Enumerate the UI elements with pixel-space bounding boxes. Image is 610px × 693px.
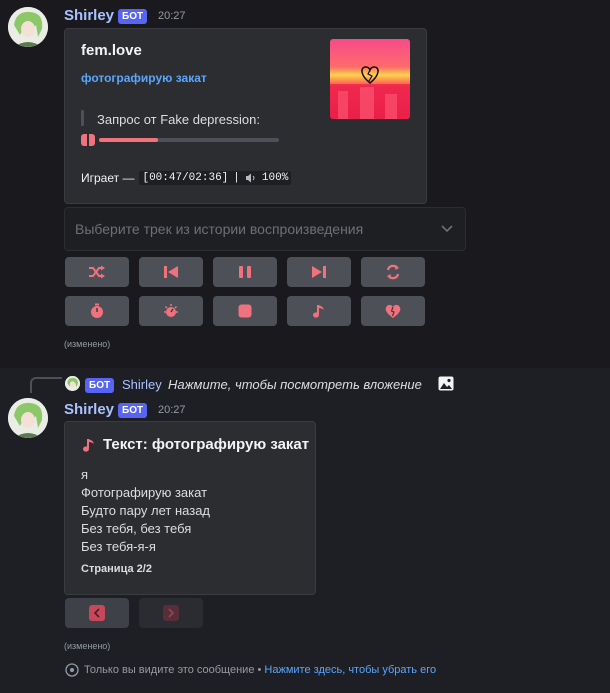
message-1: Shirley БОТ 20:27 fem.love фотографирую …: [0, 0, 610, 368]
repeat-button[interactable]: [361, 257, 425, 287]
lyrics-button[interactable]: [287, 296, 351, 326]
edited-label: (изменено): [64, 641, 111, 651]
embed-title: Текст: фотографирую закат: [103, 436, 310, 453]
track-title-link[interactable]: фотографирую закат: [81, 71, 207, 85]
lyrics-line: Без тебя, без тебя: [81, 521, 192, 536]
lyrics-line: Фотографирую закат: [81, 485, 208, 500]
playing-time: [00:47/02:36]: [142, 172, 229, 184]
ephemeral-notice: Только вы видите это сообщение • Нажмите…: [84, 664, 436, 676]
lyrics-line: Будто пару лет назад: [81, 503, 211, 518]
next-icon: [312, 266, 326, 278]
avatar[interactable]: [8, 398, 48, 438]
stop-button[interactable]: [213, 296, 277, 326]
dismiss-link[interactable]: Нажмите здесь, чтобы убрать его: [264, 664, 436, 676]
playing-label: Играет —: [81, 171, 135, 185]
bot-badge: БОТ: [118, 403, 148, 418]
timer-button[interactable]: [65, 296, 129, 326]
bot-badge: БОТ: [118, 9, 148, 24]
page-indicator: Страница 2/2: [81, 563, 152, 575]
username[interactable]: Shirley: [64, 7, 114, 24]
broken-heart-icon: [385, 304, 401, 318]
requester-text: Запрос от Fake depression:: [97, 112, 260, 127]
pause-icon: [239, 266, 251, 278]
volume-value: 100%: [261, 172, 289, 184]
image-icon: [438, 376, 454, 391]
like-button[interactable]: [361, 296, 425, 326]
playing-code: [00:47/02:36] | 100%: [139, 171, 292, 185]
quote-bar: [81, 110, 84, 126]
separator: |: [233, 172, 240, 184]
music-note-icon: [313, 305, 324, 318]
select-placeholder: Выберите трек из истории воспроизведения: [75, 221, 364, 237]
previous-button[interactable]: [139, 257, 203, 287]
username[interactable]: Shirley: [64, 401, 114, 418]
embed-author: fem.love: [81, 42, 142, 59]
reply-username[interactable]: Shirley: [122, 377, 162, 392]
previous-page-button[interactable]: [65, 598, 129, 628]
progress-bar: [99, 138, 279, 142]
reply-spine: [30, 377, 62, 393]
chevron-left-icon: [89, 605, 105, 621]
speaker-icon: [245, 173, 255, 183]
edited-label: (изменено): [64, 339, 111, 349]
music-note-icon: [83, 439, 94, 452]
timestamp: 20:27: [158, 10, 186, 22]
timer-icon: [91, 303, 103, 318]
pause-button[interactable]: [213, 257, 277, 287]
lyrics-embed: Текст: фотографирую закат я Фотографирую…: [64, 421, 316, 595]
progress-start-cap: [81, 134, 95, 146]
shuffle-button[interactable]: [65, 257, 129, 287]
player-embed: fem.love фотографирую закат Запрос от Fa…: [64, 28, 427, 204]
lyrics-body: я Фотографирую закат Будто пару лет наза…: [81, 466, 210, 556]
reply-avatar[interactable]: [65, 376, 80, 391]
lyrics-line: я: [81, 467, 89, 482]
chevron-down-icon: [441, 225, 453, 233]
speedometer-icon: [164, 304, 178, 317]
speed-button[interactable]: [139, 296, 203, 326]
next-button[interactable]: [287, 257, 351, 287]
ephemeral-text: Только вы видите это сообщение •: [84, 664, 262, 676]
stop-icon: [238, 304, 252, 318]
progress-fill: [99, 138, 159, 142]
track-thumbnail[interactable]: [330, 39, 410, 119]
eye-icon: [65, 663, 79, 677]
lyrics-line: Без тебя-я-я: [81, 539, 156, 554]
message-2: БОТ Shirley Нажмите, чтобы посмотреть вл…: [0, 368, 610, 693]
shuffle-icon: [89, 265, 105, 279]
now-playing-line: Играет — [00:47/02:36] | 100%: [81, 171, 292, 185]
reply-preview-text[interactable]: Нажмите, чтобы посмотреть вложение: [168, 377, 422, 392]
timestamp: 20:27: [158, 404, 186, 416]
track-history-select[interactable]: Выберите трек из истории воспроизведения: [64, 207, 466, 251]
chevron-right-icon: [163, 605, 179, 621]
avatar[interactable]: [8, 7, 48, 47]
next-page-button[interactable]: [139, 598, 203, 628]
reply-bot-badge: БОТ: [85, 378, 115, 393]
previous-icon: [164, 266, 178, 278]
repeat-icon: [386, 264, 400, 280]
